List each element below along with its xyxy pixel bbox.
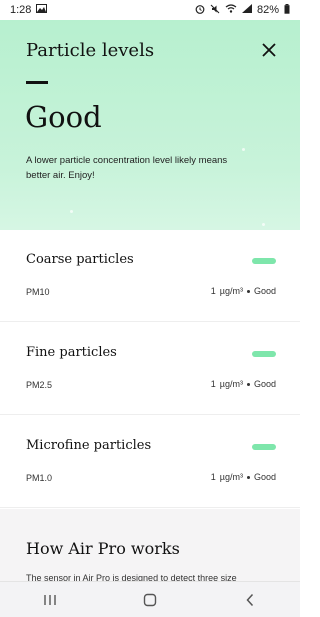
card-title: Coarse particles	[26, 252, 134, 267]
card-microfine-particles[interactable]: Microfine particles PM1.0 1 µg/m³ Good	[0, 416, 300, 508]
status-description: A lower particle concentration level lik…	[26, 155, 228, 181]
home-icon	[143, 593, 157, 606]
card-title: Microfine particles	[26, 438, 152, 453]
mute-icon	[210, 4, 220, 17]
back-button[interactable]	[230, 585, 270, 615]
card-fine-particles[interactable]: Fine particles PM2.5 1 µg/m³ Good	[0, 323, 300, 415]
air-quality-header: Particle levels Good A lower particle co…	[0, 20, 300, 230]
reading-unit: µg/m³	[219, 379, 243, 389]
page-title: Particle levels	[26, 40, 155, 61]
reading-rating: Good	[253, 379, 276, 389]
recent-apps-button[interactable]	[30, 585, 70, 615]
reading-value: 1	[210, 286, 216, 296]
decor-dot	[242, 148, 245, 151]
signal-icon	[241, 4, 252, 16]
battery-percent: 82%	[256, 4, 279, 16]
particle-reading: 1 µg/m³ Good	[211, 286, 276, 296]
bullet	[246, 475, 250, 479]
card-coarse-particles[interactable]: Coarse particles PM10 1 µg/m³ Good	[0, 230, 300, 322]
divider-dash	[26, 81, 48, 84]
back-icon	[246, 593, 254, 606]
wifi-icon	[225, 4, 237, 16]
status-bar: 1:28 82%	[0, 0, 300, 20]
bullet	[246, 289, 250, 293]
image-icon	[36, 4, 48, 16]
decor-dot	[70, 210, 73, 213]
particle-code: PM10	[26, 287, 50, 297]
alarm-icon	[195, 4, 205, 17]
particle-reading: 1 µg/m³ Good	[211, 379, 276, 389]
recent-apps-icon	[44, 594, 56, 605]
close-button[interactable]	[258, 39, 280, 61]
reading-unit: µg/m³	[219, 286, 243, 296]
status-bar-right: 82%	[195, 3, 290, 17]
particle-code: PM2.5	[26, 380, 53, 390]
status-bar-left: 1:28	[10, 4, 48, 16]
reading-rating: Good	[253, 286, 276, 296]
close-icon	[262, 43, 276, 57]
home-button[interactable]	[130, 585, 170, 615]
reading-unit: µg/m³	[219, 472, 243, 482]
level-indicator	[252, 444, 276, 450]
reading-rating: Good	[253, 472, 276, 482]
system-nav-bar	[0, 581, 300, 617]
bullet	[246, 382, 250, 386]
particle-code: PM1.0	[26, 473, 53, 483]
how-it-works-section: How Air Pro works The sensor in Air Pro …	[0, 509, 300, 581]
level-indicator	[252, 351, 276, 357]
card-title: Fine particles	[26, 345, 117, 360]
status-time: 1:28	[10, 4, 32, 16]
section-text: The sensor in Air Pro is designed to det…	[26, 573, 237, 581]
particle-reading: 1 µg/m³ Good	[211, 472, 276, 482]
battery-icon	[284, 3, 290, 17]
decor-dot	[262, 223, 265, 226]
level-indicator	[252, 258, 276, 264]
section-title: How Air Pro works	[26, 539, 180, 558]
reading-value: 1	[210, 472, 216, 482]
reading-value: 1	[210, 379, 216, 389]
overall-status: Good	[25, 100, 102, 134]
